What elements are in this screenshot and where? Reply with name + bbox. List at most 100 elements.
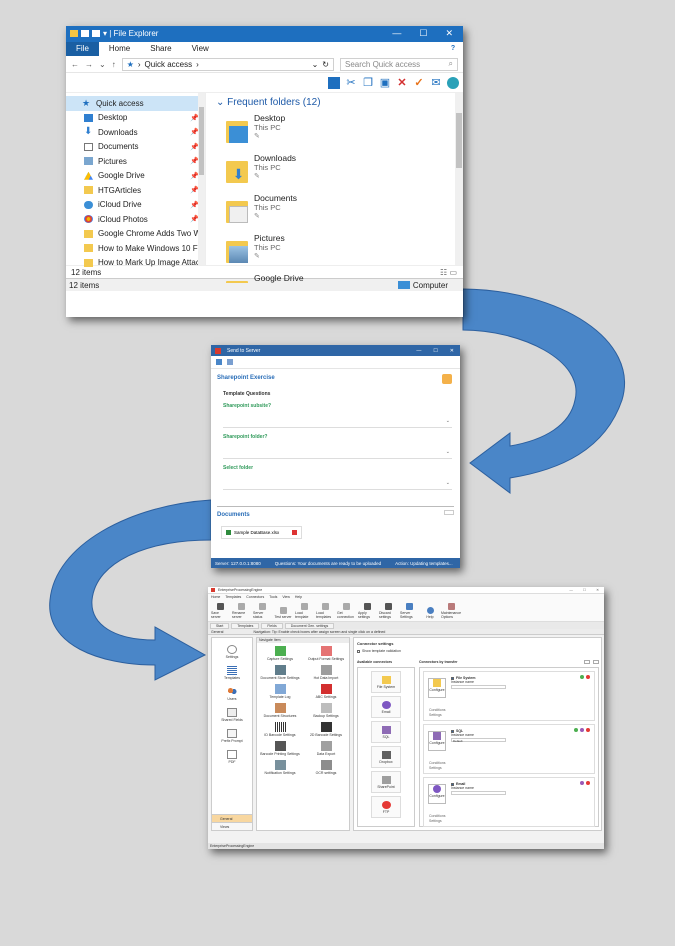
settings-item-barcode-printing[interactable]: Barcode Printing Settings	[257, 741, 303, 756]
tab-document-gen[interactable]: Document Gen. settings	[284, 622, 335, 629]
connector-ftp[interactable]: FTP	[371, 796, 401, 818]
nav-item-folder[interactable]: How to Mark Up Image Attachr	[66, 256, 205, 271]
tab-fields[interactable]: Fields	[261, 622, 283, 629]
tab-templates[interactable]: Templates	[231, 622, 260, 629]
menu-item[interactable]: Connectors	[246, 595, 264, 599]
nav-item-desktop[interactable]: Desktop 📌	[66, 111, 205, 126]
settings-item-backup[interactable]: Backup Settings	[303, 703, 349, 718]
settings-item-ocr[interactable]: OCR settings	[303, 760, 349, 775]
nav-item-google-drive[interactable]: Google Drive 📌	[66, 169, 205, 184]
grid-view-icon[interactable]	[216, 359, 222, 365]
remove-icon[interactable]	[586, 675, 590, 679]
ribbon-button-help[interactable]: Help	[421, 607, 439, 619]
nav-templates[interactable]: Templates	[212, 666, 252, 680]
address-dropdown-icon[interactable]: ⌄	[312, 60, 319, 69]
move-down-icon[interactable]	[593, 660, 599, 664]
maximize-icon[interactable]: ☐	[583, 588, 586, 592]
tab-file[interactable]: File	[66, 42, 99, 56]
content-scrollbar[interactable]	[455, 93, 463, 265]
ribbon-button-apply-settings[interactable]: Apply settings	[358, 603, 376, 619]
nav-users[interactable]: Users	[212, 687, 252, 701]
paste-icon[interactable]: ▣	[379, 77, 391, 89]
nav-shared-fields[interactable]: Shared Fields	[212, 708, 252, 722]
new-folder-icon[interactable]	[92, 30, 100, 37]
ribbon-button-server-status[interactable]: Server status	[253, 603, 271, 619]
settings-item-capture[interactable]: Capture Settings	[257, 646, 303, 661]
ribbon-button-discard-settings[interactable]: Discard settings	[379, 603, 397, 619]
refresh-icon[interactable]: ↻	[322, 60, 329, 69]
ribbon-button-get-connection[interactable]: Get connection	[337, 603, 355, 619]
bottom-tab-general[interactable]: General	[212, 814, 252, 822]
question-select-folder[interactable]: Select folder ⌄	[223, 465, 452, 490]
tab-share[interactable]: Share	[140, 42, 182, 56]
connector-sharepoint[interactable]: SharePoint	[371, 771, 401, 793]
nav-scrollbar[interactable]	[198, 93, 205, 265]
configure-button[interactable]: Configure	[428, 731, 446, 751]
document-chip[interactable]: Sample DataBase.xlsx	[221, 526, 303, 539]
check-icon[interactable]: ✓	[413, 77, 425, 89]
nav-prefix-prompt[interactable]: Prefix Prompt	[212, 729, 252, 743]
settings-item-hot-data[interactable]: Hot Data Import	[303, 665, 349, 680]
close-icon[interactable]: ✕	[445, 28, 453, 39]
settings-item-document-store[interactable]: Document Store Settings	[257, 665, 303, 680]
connector-file-system[interactable]: File System	[371, 671, 401, 693]
close-icon[interactable]: ✕	[596, 588, 599, 592]
nav-item-folder[interactable]: How to Make Windows 10 File E	[66, 241, 205, 256]
connector-email[interactable]: Email	[371, 696, 401, 718]
ribbon-button-load-templates[interactable]: Load templates	[316, 603, 334, 619]
delete-icon[interactable]: ✕	[396, 77, 408, 89]
move-up-icon[interactable]	[584, 660, 590, 664]
configure-button[interactable]: Configure	[428, 784, 446, 804]
back-icon[interactable]: ←	[71, 60, 79, 69]
up-icon[interactable]: ↑	[112, 60, 116, 69]
folder-tile-pictures[interactable]: Pictures This PC ✎	[226, 233, 463, 273]
chevron-down-icon[interactable]: ⌄	[446, 480, 450, 486]
chevron-down-icon[interactable]: ⌄	[446, 449, 450, 455]
folder-tile-desktop[interactable]: Desktop This PC ✎	[226, 113, 463, 153]
globe-icon[interactable]	[447, 76, 459, 89]
test-icon[interactable]	[580, 728, 584, 732]
question-sharepoint-subsite[interactable]: Sharepoint subsite? ⌄	[223, 403, 452, 428]
nav-item-documents[interactable]: Documents 📌	[66, 140, 205, 155]
maximize-icon[interactable]: ☐	[419, 28, 427, 39]
show-template-checkbox[interactable]: Show template validation	[354, 649, 601, 653]
settings-item-id-barcode[interactable]: ID Barcode Settings	[257, 722, 303, 737]
nav-pdf[interactable]: PDF	[212, 750, 252, 764]
minimize-icon[interactable]: —	[392, 28, 401, 39]
settings-item-data-export[interactable]: Data Export	[303, 741, 349, 756]
remove-icon[interactable]	[586, 728, 590, 732]
tab-home[interactable]: Home	[98, 42, 141, 56]
scrollbar-thumb[interactable]	[456, 113, 462, 168]
nav-settings[interactable]: Settings	[212, 645, 252, 659]
recent-locations-icon[interactable]: ⌄	[99, 60, 106, 69]
ribbon-button-load-template[interactable]: Load template	[295, 603, 313, 619]
instance-name-input[interactable]	[451, 685, 506, 689]
folder-tile-google-drive[interactable]: Google Drive	[226, 273, 463, 283]
ribbon-button-maintenance[interactable]: Maintenance Options	[441, 603, 461, 619]
bottom-tab-views[interactable]: Views	[212, 822, 252, 830]
menu-item[interactable]: Help	[295, 595, 302, 599]
close-icon[interactable]: ✕	[450, 348, 454, 354]
add-icon[interactable]	[574, 728, 578, 732]
settings-item-output-format[interactable]: Output Format Settings	[303, 646, 349, 661]
tab-start[interactable]: Start	[210, 622, 230, 629]
nav-item-quick-access[interactable]: ★ Quick access	[66, 96, 205, 111]
tab-view[interactable]: View	[181, 42, 463, 56]
nav-item-icloud-photos[interactable]: iCloud Photos 📌	[66, 212, 205, 227]
ribbon-button-save-server[interactable]: Save server	[211, 603, 229, 619]
instance-name-input[interactable]: Default	[451, 738, 506, 743]
forward-icon[interactable]: →	[85, 60, 93, 69]
search-input[interactable]: Search Quick access ⌕	[340, 57, 458, 71]
address-field[interactable]: ★ › Quick access › ⌄ ↻	[121, 57, 334, 71]
nav-item-downloads[interactable]: ⬇ Downloads 📌	[66, 125, 205, 140]
settings-item-document-structures[interactable]: Document Structures	[257, 703, 303, 718]
collapse-icon[interactable]	[444, 510, 454, 515]
maximize-icon[interactable]: ☐	[433, 348, 437, 354]
quick-access-dropdown-icon[interactable]: ▾ |	[103, 29, 114, 38]
settings-item-notification[interactable]: Notification Settings	[257, 760, 303, 775]
folder-tile-documents[interactable]: Documents This PC ✎	[226, 193, 463, 233]
menu-item[interactable]: Home	[211, 595, 220, 599]
preview-pane-icon[interactable]	[328, 76, 340, 89]
menu-item[interactable]: Tools	[269, 595, 277, 599]
connector-sql[interactable]: SQL	[371, 721, 401, 743]
